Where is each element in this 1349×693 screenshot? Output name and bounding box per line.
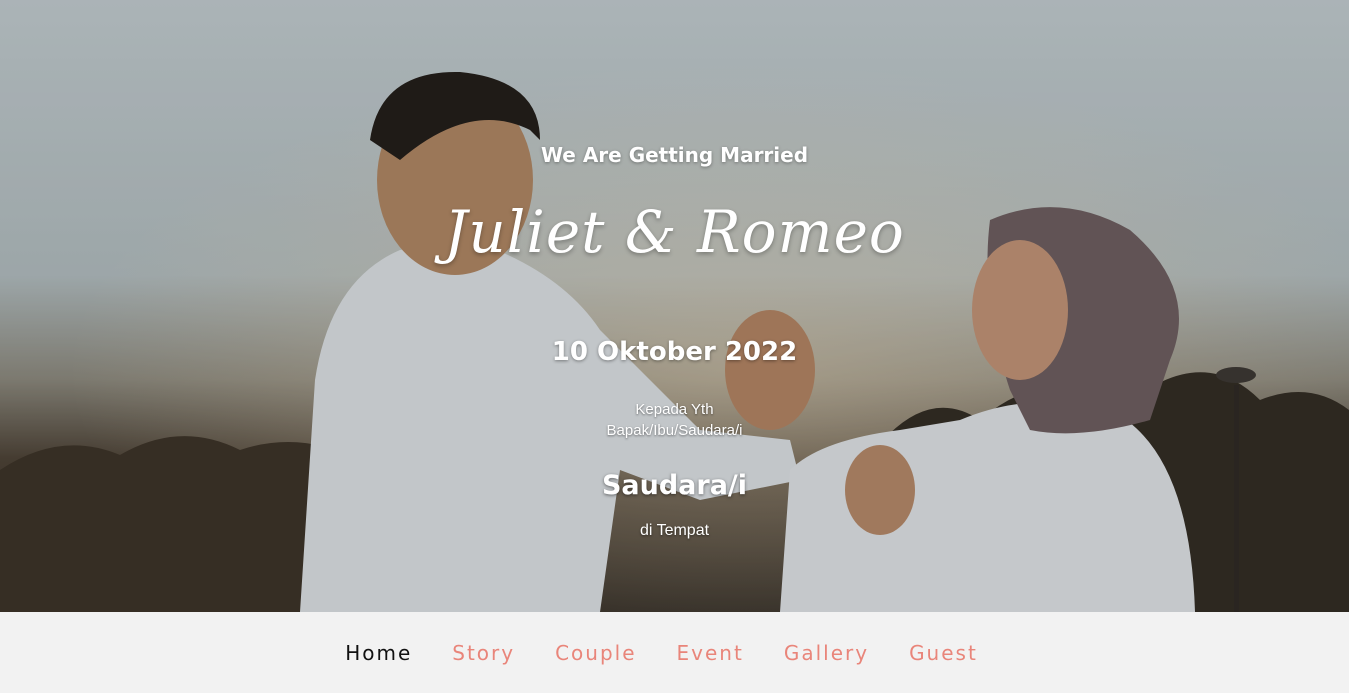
hero-section: We Are Getting Married Juliet & Romeo 10… [0, 0, 1349, 612]
hero-content: We Are Getting Married Juliet & Romeo 10… [0, 0, 1349, 612]
nav-item-event[interactable]: Event [677, 641, 744, 665]
wedding-date: 10 Oktober 2022 [551, 337, 798, 367]
nav-menu: Home Story Couple Event Gallery Guest [325, 641, 998, 665]
guest-name: Saudara/i [601, 470, 748, 501]
bottom-navigation: Home Story Couple Event Gallery Guest [0, 612, 1349, 693]
nav-item-home[interactable]: Home [345, 641, 412, 665]
couple-names: Juliet & Romeo [444, 198, 905, 266]
nav-item-gallery[interactable]: Gallery [784, 641, 869, 665]
greeting-line-1: Kepada Yth [635, 401, 714, 418]
greeting-block: Kepada Yth Bapak/Ibu/Saudara/i [0, 399, 1349, 441]
greeting-line-2: Bapak/Ibu/Saudara/i [606, 422, 743, 439]
hero-subtitle: We Are Getting Married [540, 143, 809, 167]
place-line: di Tempat [639, 522, 710, 539]
nav-item-couple[interactable]: Couple [555, 641, 636, 665]
nav-item-story[interactable]: Story [452, 641, 515, 665]
nav-item-guest[interactable]: Guest [909, 641, 978, 665]
